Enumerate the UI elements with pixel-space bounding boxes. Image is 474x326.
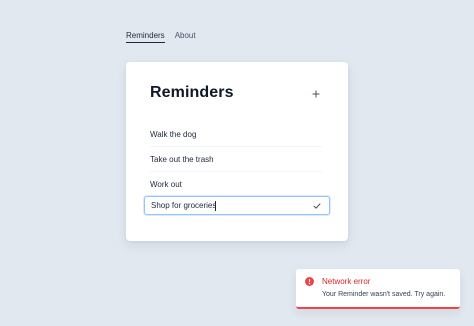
reminders-card: Reminders Walk the dog Take out the tras… (126, 62, 348, 241)
confirm-edit-button[interactable] (311, 200, 323, 212)
reminder-edit-input[interactable]: Shop for groceries (151, 201, 216, 210)
nav-link-about[interactable]: About (175, 31, 196, 43)
card-title: Reminders (150, 84, 234, 101)
nav-link-reminders[interactable]: Reminders (126, 31, 165, 43)
reminder-item[interactable]: Work out (150, 172, 322, 196)
text-caret (215, 200, 217, 211)
toast-title: Network error (322, 277, 371, 286)
plus-icon (312, 90, 320, 98)
toast-message: Your Reminder wasn't saved. Try again. (322, 291, 446, 298)
reminder-item[interactable]: Walk the dog (150, 122, 322, 147)
reminder-item[interactable]: Take out the trash (150, 147, 322, 172)
reminder-item-label: Walk the dog (150, 129, 197, 139)
reminder-list: Walk the dog Take out the trash Work out (150, 122, 322, 196)
add-reminder-button[interactable] (308, 86, 324, 102)
check-icon (313, 202, 321, 209)
reminder-item-label: Work out (150, 179, 182, 189)
error-toast: Network error Your Reminder wasn't saved… (296, 269, 460, 309)
reminder-edit-row: Shop for groceries (144, 196, 330, 215)
reminder-item-label: Take out the trash (150, 154, 214, 164)
top-nav: Reminders About (126, 31, 196, 43)
error-circle-icon (305, 277, 314, 286)
